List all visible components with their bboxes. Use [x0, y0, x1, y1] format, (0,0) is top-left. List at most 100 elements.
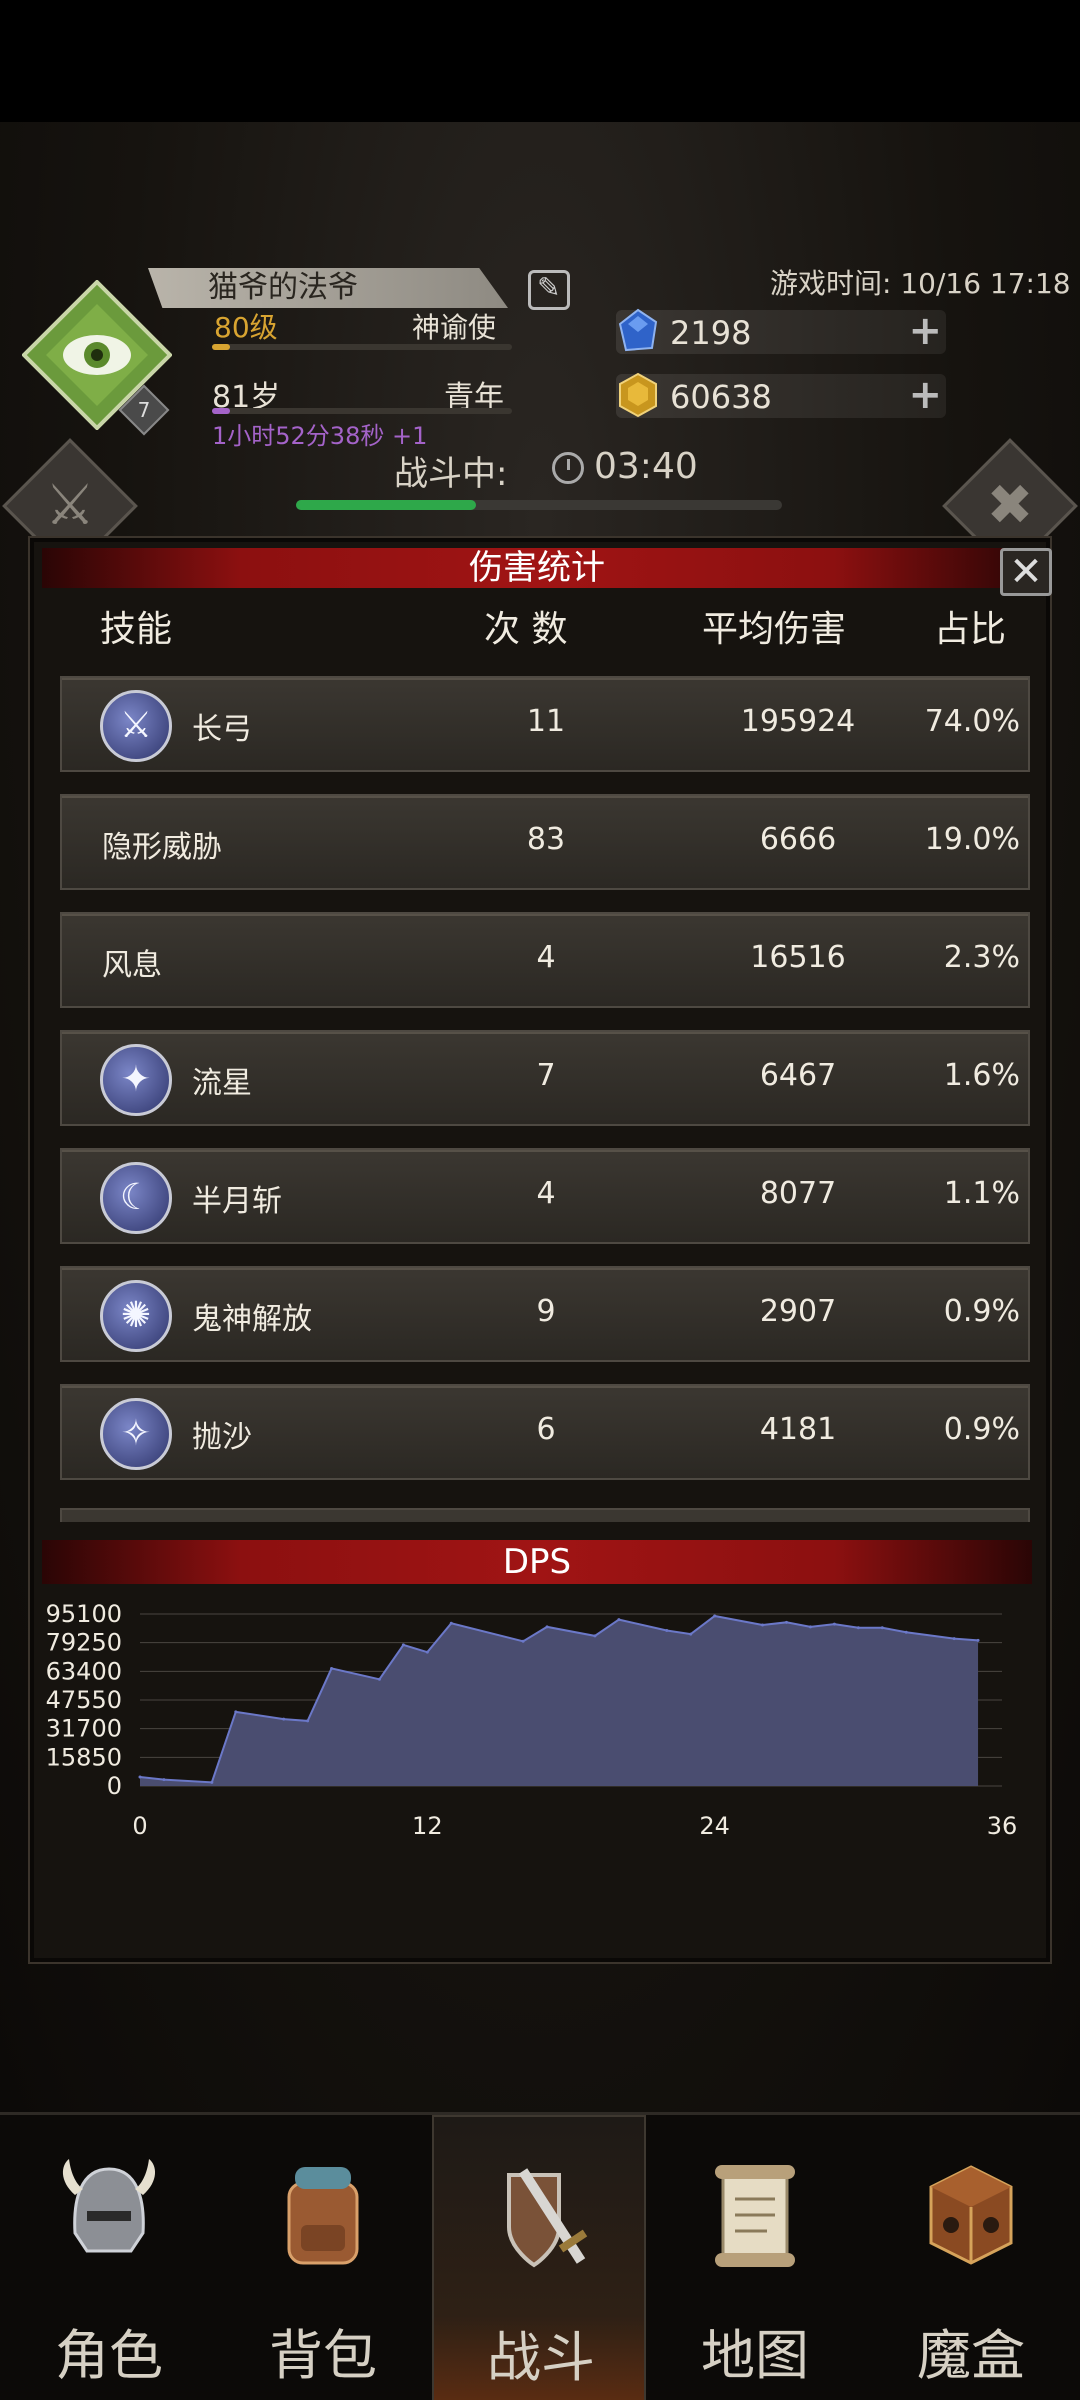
skill-name: 半月斩 [192, 1184, 282, 1219]
dps-title-banner: DPS [42, 1540, 1032, 1584]
dps-point [832, 1622, 836, 1626]
skill-row: ✺ 鬼神解放 9 2907 0.9% [60, 1266, 1030, 1362]
nav-label: 战斗 [487, 2326, 595, 2389]
skill-row: ✦ 流星 7 6467 1.6% [60, 1030, 1030, 1126]
col-header-skill: 技能 [100, 609, 173, 650]
battle-progress-fill [296, 500, 476, 510]
dps-point [330, 1666, 334, 1670]
dps-point [425, 1650, 429, 1654]
skill-ratio: 19.0% [924, 822, 1020, 857]
dps-point [952, 1637, 956, 1641]
status-bar [0, 0, 1080, 122]
skill-name: 隐形威胁 [102, 830, 222, 865]
y-tick-label: 31700 [46, 1715, 122, 1743]
skill-name: 风息 [102, 948, 162, 983]
close-button[interactable]: ✕ [1000, 548, 1052, 596]
dialog-title: 伤害统计 [469, 548, 605, 588]
skill-row: ☾ 半月斩 4 8077 1.1% [60, 1148, 1030, 1244]
y-tick-label: 95100 [46, 1600, 122, 1628]
skill-ratio: 0.9% [943, 1294, 1020, 1329]
skill-list-scroll-area[interactable] [60, 1508, 1030, 1522]
skill-name: 抛沙 [192, 1420, 252, 1455]
nav-item-map[interactable]: 地图 [648, 2115, 862, 2400]
x-tick-label: 36 [987, 1812, 1018, 1840]
scroll-map-icon [715, 2165, 795, 2267]
nav-label: 角色 [55, 2324, 163, 2387]
age-bar [212, 408, 512, 414]
nav-label: 背包 [269, 2324, 377, 2387]
skill-ratio: 2.3% [943, 940, 1020, 975]
battle-progress-bar [296, 500, 782, 510]
player-class: 神谕使 [412, 311, 497, 344]
sword-shield-icon [507, 2168, 588, 2268]
blue-gem-currency: 2198 + [616, 308, 946, 354]
dps-point [545, 1625, 549, 1629]
dps-point [449, 1621, 453, 1625]
dps-point [713, 1614, 717, 1618]
dps-point [904, 1630, 908, 1634]
y-tick-label: 15850 [46, 1743, 122, 1771]
dps-point [377, 1677, 381, 1681]
y-tick-label: 63400 [46, 1657, 122, 1685]
nav-item-battle[interactable]: 战斗 [432, 2115, 646, 2400]
dps-title: DPS [502, 1542, 572, 1582]
y-tick-label: 79250 [46, 1629, 122, 1657]
skill-count: 9 [536, 1294, 556, 1329]
skill-ratio: 1.1% [943, 1176, 1020, 1211]
skill-count: 4 [536, 940, 556, 975]
y-tick-label: 47550 [46, 1686, 122, 1714]
skill-row: 风息 4 16516 2.3% [60, 912, 1030, 1008]
skill-row: ✧ 抛沙 6 4181 0.9% [60, 1384, 1030, 1480]
skill-avg-damage: 195924 [740, 704, 856, 739]
dps-point [306, 1719, 310, 1723]
add-blue-gem-button[interactable]: + [908, 310, 942, 352]
skill-name: 长弓 [192, 712, 252, 747]
skill-name: 流星 [192, 1066, 252, 1101]
skill-count: 11 [526, 704, 566, 739]
nav-item-magic-box[interactable]: 魔盒 [864, 2115, 1078, 2400]
stopwatch-icon [552, 452, 584, 484]
dps-point [282, 1717, 286, 1721]
player-level: 80级 [214, 311, 278, 344]
col-header-ratio: 占比 [934, 609, 1007, 650]
dps-point [138, 1775, 142, 1779]
nav-item-character[interactable]: 角色 [2, 2115, 216, 2400]
add-gold-gem-button[interactable]: + [908, 374, 942, 416]
dps-point [162, 1778, 166, 1782]
skill-avg-damage: 6467 [759, 1058, 837, 1093]
dps-area [140, 1615, 979, 1786]
backpack-icon [287, 2167, 359, 2265]
edit-name-icon[interactable] [528, 270, 570, 310]
nav-label: 魔盒 [917, 2324, 1025, 2387]
dps-point [689, 1632, 693, 1636]
col-header-avg: 平均伤害 [702, 609, 847, 650]
exp-bar [212, 344, 512, 350]
skill-avg-damage: 4181 [759, 1412, 837, 1447]
dps-point [665, 1628, 669, 1632]
dps-point [976, 1638, 980, 1642]
dps-point [761, 1623, 765, 1627]
skill-name: 鬼神解放 [192, 1302, 312, 1337]
skill-row: ⚔ 长弓 11 195924 74.0% [60, 676, 1030, 772]
dps-chart: 95100792506340047550317001585000 12 24 36 [46, 1600, 1018, 1840]
skill-avg-damage: 6666 [759, 822, 837, 857]
gold-gem-icon [619, 372, 657, 418]
dps-point [593, 1634, 597, 1638]
name-plate: 猫爷的法爷 [148, 268, 508, 308]
meteor-skill-icon: ✦ [100, 1044, 172, 1116]
bottom-nav: 角色 背包 战斗 地图 魔盒 [0, 2112, 1080, 2400]
skill-count: 4 [536, 1176, 556, 1211]
damage-stats-dialog: 伤害统计 ✕ 技能 次 数 平均伤害 占比 ⚔ 长弓 11 195924 74.… [30, 538, 1052, 1962]
x-tick-label: 0 [132, 1812, 147, 1840]
skill-avg-damage: 16516 [750, 940, 846, 975]
magic-box-icon [929, 2165, 1013, 2265]
dps-point [880, 1626, 884, 1630]
x-tick-label: 12 [412, 1812, 443, 1840]
dps-point [785, 1620, 788, 1624]
sword-skill-icon: ⚔ [100, 690, 172, 762]
battle-status-label: 战斗中: [394, 454, 508, 494]
nav-item-backpack[interactable]: 背包 [216, 2115, 430, 2400]
skill-avg-damage: 8077 [759, 1176, 837, 1211]
skill-count: 6 [536, 1412, 556, 1447]
dps-point [521, 1639, 525, 1643]
